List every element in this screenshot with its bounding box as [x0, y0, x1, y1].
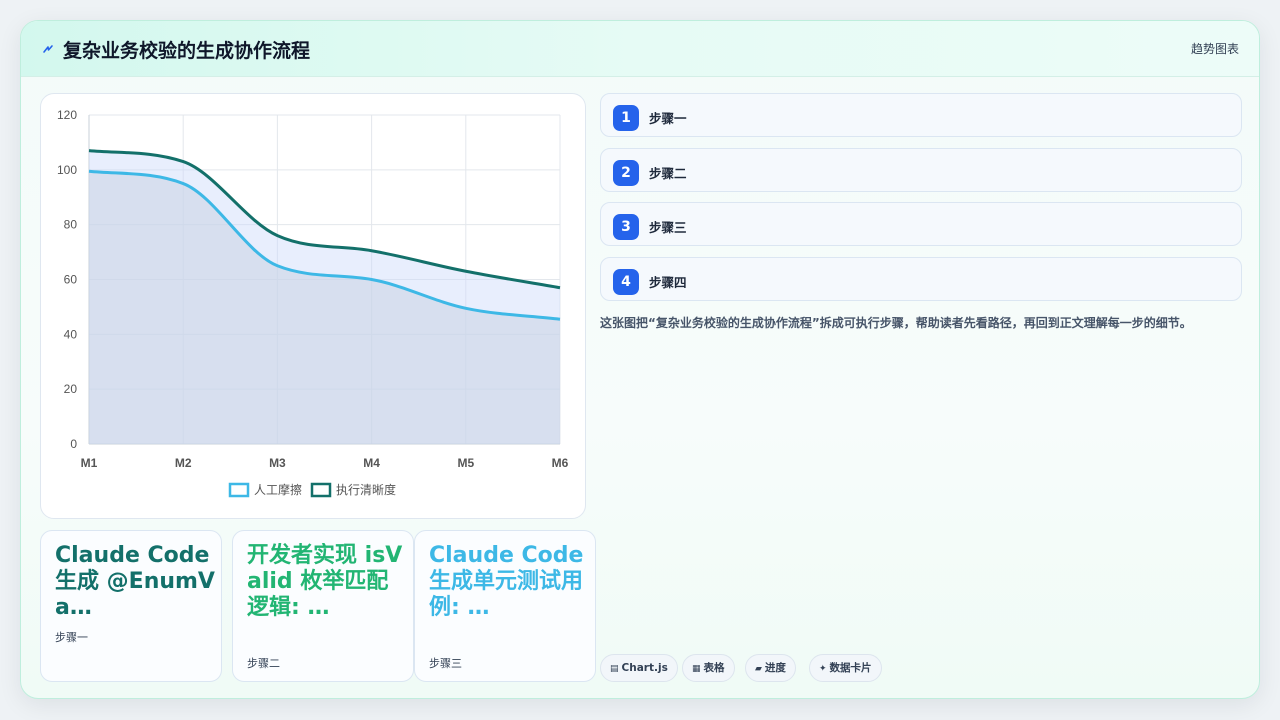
tag-label: 进度 [764, 662, 786, 674]
step-label: 步骤四 [649, 274, 687, 290]
sparkle-icon: ✦ [819, 664, 827, 674]
card-header: 复杂业务校验的生成协作流程 趋势图表 [21, 21, 1259, 77]
legend-swatch [310, 482, 332, 498]
y-tick-label: 80 [64, 218, 78, 232]
y-tick-label: 20 [64, 382, 78, 396]
x-tick-label: M5 [457, 456, 474, 470]
y-tick-label: 40 [64, 327, 78, 341]
y-tick-label: 0 [70, 437, 77, 451]
chart-caption: 这张图把“复杂业务校验的生成协作流程”拆成可执行步骤，帮助读者先看路径，再回到正… [600, 316, 1192, 330]
tag-label: Chart.js [621, 662, 668, 674]
tag-label: 表格 [703, 662, 725, 674]
step-number-badge: 2 [613, 159, 639, 186]
progress-icon: ▰ [755, 664, 762, 674]
tag-data-card[interactable]: ✦ 数据卡片 [809, 654, 882, 682]
step-label: 步骤三 [649, 220, 687, 235]
tag-chartjs[interactable]: ▤ Chart.js [600, 654, 678, 682]
chart-icon: ▤ [610, 664, 619, 674]
step-item[interactable]: 3 步骤三 [600, 202, 1242, 246]
step-item[interactable]: 1 步骤一 [600, 93, 1242, 137]
step-number-badge: 3 [613, 214, 639, 240]
step-number-badge: 4 [613, 268, 639, 295]
x-tick-label: M1 [81, 456, 98, 470]
x-tick-label: M2 [175, 456, 192, 470]
step-label: 步骤二 [649, 165, 687, 181]
data-card-title: Claude Code 生成单元测试用例: … [429, 543, 584, 620]
data-card-subtitle: 步骤三 [429, 657, 462, 670]
step-label: 步骤一 [649, 111, 687, 126]
table-icon: ▦ [692, 664, 701, 674]
step-item[interactable]: 2 步骤二 [600, 147, 1242, 192]
page-title: 复杂业务校验的生成协作流程 [63, 40, 311, 62]
main-card: 复杂业务校验的生成协作流程 趋势图表 0 20 40 60 80 100 120 M1 M2 M3… [20, 20, 1260, 699]
area-chart: 0 20 40 60 80 100 120 M1 M2 M3 M4 M5 M6 人工摩擦 执行清晰度 [57, 108, 569, 498]
data-card-3[interactable]: Claude Code 生成单元测试用例: … 步骤三 [414, 530, 596, 682]
x-tick-label: M3 [269, 456, 286, 470]
lightning-icon [43, 45, 53, 53]
y-tick-label: 100 [57, 163, 77, 177]
data-card-1[interactable]: Claude Code 生成 @EnumVa… 步骤一 [40, 530, 222, 682]
data-card-subtitle: 步骤一 [55, 631, 88, 644]
chart-panel: 0 20 40 60 80 100 120 M1 M2 M3 M4 M5 M6 人工摩擦 执行清晰度 [40, 93, 586, 519]
legend-label: 人工摩擦 [254, 482, 302, 497]
y-tick-label: 60 [64, 273, 78, 287]
x-tick-label: M4 [363, 456, 380, 470]
y-tick-label: 120 [57, 108, 77, 122]
legend-label: 执行清晰度 [336, 482, 396, 497]
step-item[interactable]: 4 步骤四 [600, 256, 1242, 301]
step-number-badge: 1 [613, 105, 639, 131]
steps-list: 1 步骤一 2 步骤二 3 步骤三 4 步骤四 [600, 93, 1242, 311]
tag-table[interactable]: ▦ 表格 [682, 654, 735, 682]
tag-label: 数据卡片 [829, 662, 872, 674]
legend-swatch [228, 482, 250, 498]
data-card-title: 开发者实现 isValid 枚举匹配逻辑: … [247, 543, 403, 620]
data-card-2[interactable]: 开发者实现 isValid 枚举匹配逻辑: … 步骤二 [232, 530, 414, 682]
data-card-subtitle: 步骤二 [247, 657, 280, 670]
x-tick-label: M6 [552, 456, 569, 470]
chart-type-label: 趋势图表 [1190, 42, 1239, 56]
tag-progress[interactable]: ▰ 进度 [745, 654, 796, 682]
